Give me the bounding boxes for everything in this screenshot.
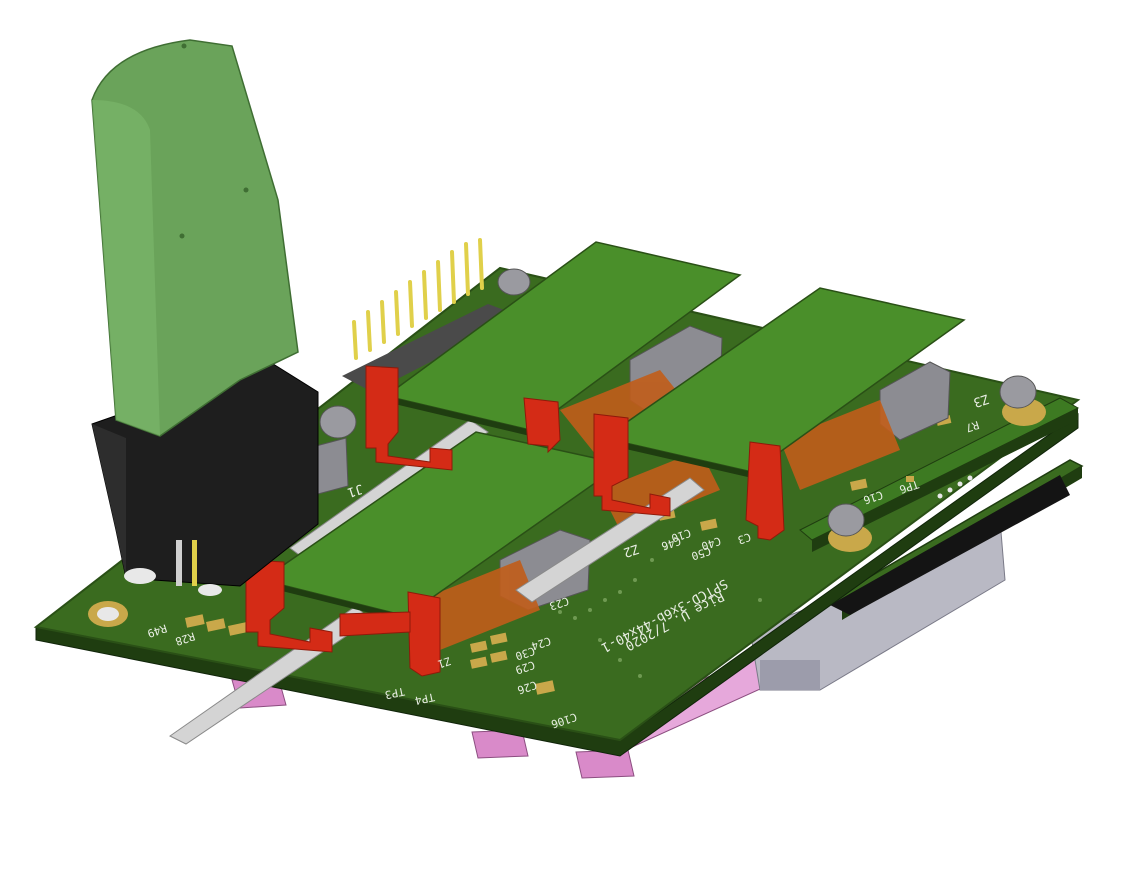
pcb-3d-render: SPTCD-3x6b-44x40-1 Rice U. 7/2020 Z2 Z3 … [33, 39, 1084, 779]
